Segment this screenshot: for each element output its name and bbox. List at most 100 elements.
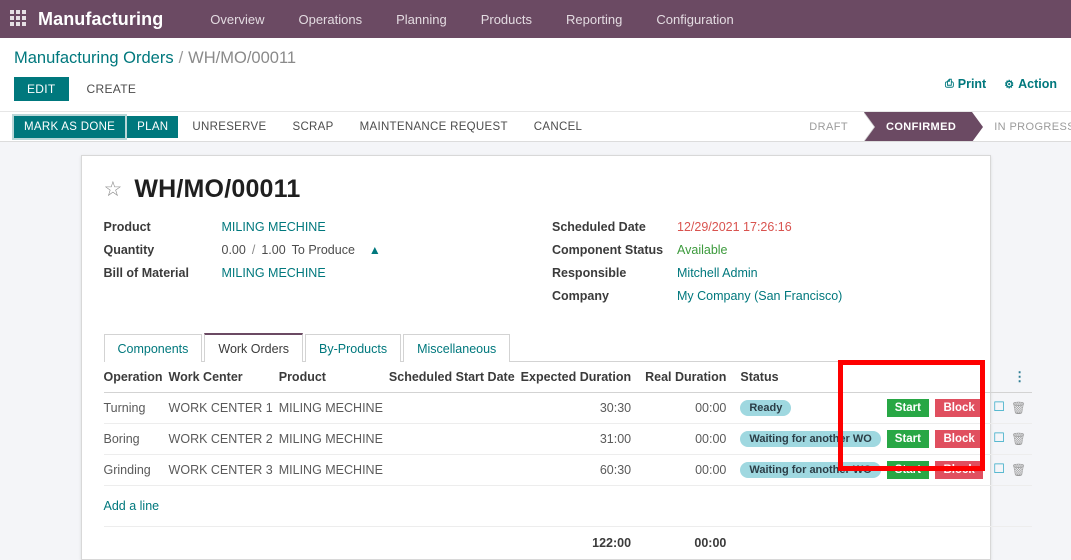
status-stage-confirmed[interactable]: CONFIRMED xyxy=(864,112,972,141)
action-menu[interactable]: ⚙ Action xyxy=(1004,77,1057,91)
create-button[interactable]: CREATE xyxy=(75,77,149,101)
tab-components[interactable]: Components xyxy=(104,334,203,362)
plan-button[interactable]: PLAN xyxy=(127,116,178,138)
app-brand-title[interactable]: Manufacturing xyxy=(38,9,163,30)
field-company: Company My Company (San Francisco) xyxy=(552,289,968,303)
field-scheduled-date-value[interactable]: 12/29/2021 17:26:16 xyxy=(677,220,792,234)
status-badge: Waiting for another WO xyxy=(740,431,880,447)
cell-real-duration: 00:00 xyxy=(645,393,740,424)
field-bill-of-material-label: Bill of Material xyxy=(104,266,222,280)
field-responsible-value[interactable]: Mitchell Admin xyxy=(677,266,758,280)
cell-real-duration: 00:00 xyxy=(645,424,740,455)
table-row[interactable]: Grinding WORK CENTER 3 MILING MECHINE 60… xyxy=(104,455,1033,486)
fields-left-column: Product MILING MECHINE Quantity 0.00 / 1… xyxy=(104,220,520,312)
tablet-icon[interactable]: ☐ xyxy=(993,399,1005,414)
col-status: Status xyxy=(740,362,886,393)
start-button[interactable]: Start xyxy=(887,461,929,479)
menu-item-overview[interactable]: Overview xyxy=(193,2,281,37)
breadcrumb-parent-link[interactable]: Manufacturing Orders xyxy=(14,49,174,68)
cell-work-center: WORK CENTER 3 xyxy=(169,455,279,486)
table-row[interactable]: Boring WORK CENTER 2 MILING MECHINE 31:0… xyxy=(104,424,1033,455)
table-totals-row: 122:00 00:00 xyxy=(104,527,1033,560)
work-orders-table: Operation Work Center Product Scheduled … xyxy=(104,362,1033,559)
table-body: Turning WORK CENTER 1 MILING MECHINE 30:… xyxy=(104,393,1033,560)
status-stage-in-progress[interactable]: IN PROGRESS xyxy=(972,112,1071,141)
cell-actions: Start Block ☐ xyxy=(887,455,1011,486)
field-quantity-value: 0.00 / 1.00 To Produce ▲ xyxy=(222,243,381,257)
record-title-row: ☆ WH/MO/00011 xyxy=(104,172,968,220)
totals-spacer-2 xyxy=(169,527,279,560)
block-button[interactable]: Block xyxy=(935,461,982,479)
field-responsible: Responsible Mitchell Admin xyxy=(552,266,968,280)
status-stage-draft[interactable]: DRAFT xyxy=(787,112,864,141)
menu-item-reporting[interactable]: Reporting xyxy=(549,2,639,37)
start-button[interactable]: Start xyxy=(887,399,929,417)
cell-status: Waiting for another WO xyxy=(740,424,886,455)
page-title: WH/MO/00011 xyxy=(134,175,300,204)
menu-item-products[interactable]: Products xyxy=(464,2,549,37)
col-options: ⋮ xyxy=(1011,362,1032,393)
cell-product: MILING MECHINE xyxy=(279,424,389,455)
breadcrumb: Manufacturing Orders / WH/MO/00011 xyxy=(0,38,1071,68)
print-menu[interactable]: ⎙ Print xyxy=(945,77,986,91)
statusbar: MARK AS DONE PLAN UNRESERVE SCRAP MAINTE… xyxy=(0,112,1071,142)
field-product: Product MILING MECHINE xyxy=(104,220,520,234)
quantity-done[interactable]: 0.00 xyxy=(222,243,246,257)
tab-work-orders[interactable]: Work Orders xyxy=(204,333,303,362)
col-scheduled-start-date: Scheduled Start Date xyxy=(389,362,521,393)
trash-icon[interactable]: 🗑 xyxy=(1011,401,1026,415)
cancel-button[interactable]: CANCEL xyxy=(522,116,594,138)
totals-spacer-5 xyxy=(740,527,886,560)
trash-icon[interactable]: 🗑 xyxy=(1011,432,1026,446)
col-real-duration: Real Duration xyxy=(645,362,740,393)
totals-spacer-1 xyxy=(104,527,169,560)
col-product: Product xyxy=(279,362,389,393)
field-bill-of-material-value[interactable]: MILING MECHINE xyxy=(222,266,326,280)
cell-real-duration: 00:00 xyxy=(645,455,740,486)
cell-product: MILING MECHINE xyxy=(279,455,389,486)
scrap-button[interactable]: SCRAP xyxy=(280,116,345,138)
tablet-icon[interactable]: ☐ xyxy=(993,461,1005,476)
menu-item-planning[interactable]: Planning xyxy=(379,2,464,37)
trash-icon[interactable]: 🗑 xyxy=(1011,463,1026,477)
block-button[interactable]: Block xyxy=(935,430,982,448)
status-pipeline: DRAFT CONFIRMED IN PROGRESS xyxy=(787,112,1071,141)
area-chart-icon[interactable]: ▲ xyxy=(369,243,381,257)
tab-by-products[interactable]: By-Products xyxy=(305,334,401,362)
field-responsible-label: Responsible xyxy=(552,266,677,280)
vertical-dots-icon[interactable]: ⋮ xyxy=(1013,369,1026,384)
field-company-value[interactable]: My Company (San Francisco) xyxy=(677,289,842,303)
field-quantity-label: Quantity xyxy=(104,243,222,257)
edit-button[interactable]: EDIT xyxy=(14,77,69,101)
table-row[interactable]: Turning WORK CENTER 1 MILING MECHINE 30:… xyxy=(104,393,1033,424)
field-company-label: Company xyxy=(552,289,677,303)
total-real-duration: 00:00 xyxy=(645,527,740,560)
mark-as-done-button[interactable]: MARK AS DONE xyxy=(14,116,125,138)
top-navbar: Manufacturing Overview Operations Planni… xyxy=(0,0,1071,38)
maintenance-request-button[interactable]: MAINTENANCE REQUEST xyxy=(348,116,520,138)
star-outline-icon[interactable]: ☆ xyxy=(104,179,123,200)
add-a-line-link[interactable]: Add a line xyxy=(104,492,160,520)
cell-product: MILING MECHINE xyxy=(279,393,389,424)
col-work-center: Work Center xyxy=(169,362,279,393)
workflow-buttons: MARK AS DONE PLAN UNRESERVE SCRAP MAINTE… xyxy=(0,112,596,141)
table-header-row: Operation Work Center Product Scheduled … xyxy=(104,362,1033,393)
cell-actions: Start Block ☐ xyxy=(887,424,1011,455)
totals-spacer-6 xyxy=(887,527,1011,560)
apps-grid-icon[interactable] xyxy=(10,10,28,28)
menu-item-configuration[interactable]: Configuration xyxy=(639,2,750,37)
field-scheduled-date-label: Scheduled Date xyxy=(552,220,677,234)
cell-work-center: WORK CENTER 1 xyxy=(169,393,279,424)
unreserve-button[interactable]: UNRESERVE xyxy=(180,116,278,138)
quantity-separator: / xyxy=(252,243,255,257)
tablet-icon[interactable]: ☐ xyxy=(993,430,1005,445)
quantity-total[interactable]: 1.00 xyxy=(261,243,285,257)
print-label: Print xyxy=(958,77,986,91)
menu-item-operations[interactable]: Operations xyxy=(281,2,379,37)
block-button[interactable]: Block xyxy=(935,399,982,417)
col-expected-duration: Expected Duration xyxy=(521,362,645,393)
field-product-value[interactable]: MILING MECHINE xyxy=(222,220,326,234)
start-button[interactable]: Start xyxy=(887,430,929,448)
cell-expected-duration: 30:30 xyxy=(521,393,645,424)
tab-miscellaneous[interactable]: Miscellaneous xyxy=(403,334,510,362)
